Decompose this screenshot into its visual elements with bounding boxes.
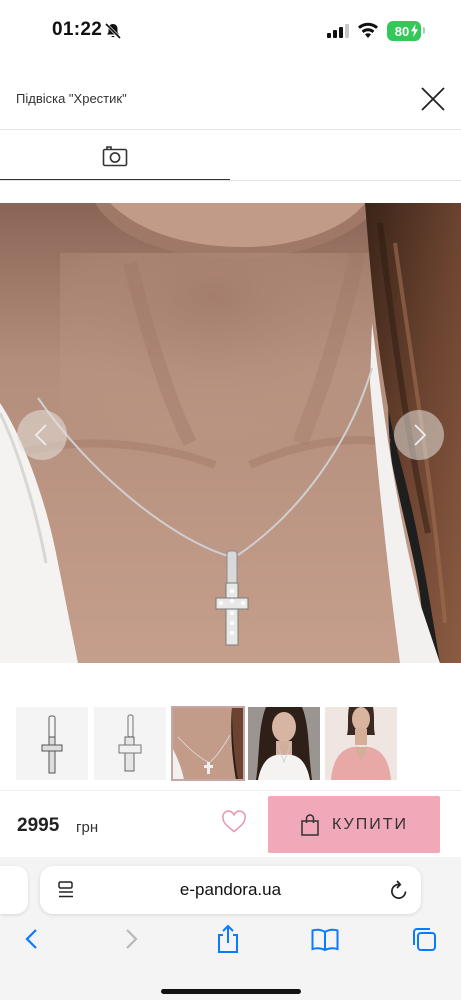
address-bar[interactable]: e-pandora.ua: [40, 866, 421, 914]
price-currency: грн: [76, 819, 99, 836]
home-indicator: [161, 989, 301, 994]
buy-button-label: КУПИТИ: [332, 815, 408, 833]
model-wearing-cross-pendant-image: [0, 203, 461, 663]
thumbnail-pendant-worn-closeup[interactable]: [171, 706, 245, 781]
product-price: 2995: [17, 815, 60, 836]
previous-tab-preview[interactable]: [0, 866, 28, 914]
thumbnail-pendant-side[interactable]: [94, 707, 166, 780]
status-time: 01:22: [52, 19, 103, 40]
forward-icon[interactable]: [116, 923, 146, 955]
tab-divider: [0, 180, 461, 181]
pendant-side-thumbnail-image: [94, 707, 166, 780]
battery-level: 80: [394, 23, 410, 39]
model-pink-top-thumbnail-image: [325, 707, 397, 780]
buy-button[interactable]: КУПИТИ: [268, 796, 440, 853]
bookmarks-icon[interactable]: [310, 923, 340, 955]
product-title: Підвіска "Хрестик": [16, 91, 127, 106]
gallery-next-button[interactable]: [394, 410, 444, 460]
browser-toolbar: e-pandora.ua: [0, 857, 461, 1000]
url-text: e-pandora.ua: [179, 880, 282, 899]
product-header: Підвіска "Хрестик": [0, 62, 461, 130]
battery-indicator: 80: [387, 21, 425, 41]
worn-closeup-thumbnail-image: [172, 707, 244, 780]
camera-icon: [102, 146, 128, 167]
heart-icon[interactable]: [221, 810, 247, 834]
close-icon[interactable]: [416, 82, 450, 116]
purchase-bar: 2995 грн КУПИТИ: [0, 790, 461, 857]
model-wearing-thumbnail-image: [248, 707, 320, 780]
reload-icon[interactable]: [389, 879, 409, 901]
media-tabs: [0, 131, 461, 181]
tabs-icon[interactable]: [409, 923, 439, 955]
signal-icon: [327, 24, 349, 38]
tab-photos[interactable]: [0, 131, 230, 181]
product-gallery[interactable]: [0, 203, 461, 663]
back-icon[interactable]: [17, 923, 47, 955]
share-icon[interactable]: [213, 923, 243, 955]
charging-bolt-icon: [411, 24, 418, 37]
thumbnail-model-pink-top[interactable]: [325, 707, 397, 780]
status-bar: 01:22 80: [0, 0, 461, 62]
thumbnail-pendant-product[interactable]: [16, 707, 88, 780]
gallery-prev-button[interactable]: [17, 410, 67, 460]
shopping-bag-icon: [301, 813, 319, 836]
chevron-right-icon: [414, 424, 427, 446]
chevron-left-icon: [34, 424, 47, 446]
bell-slash-icon: [104, 22, 122, 40]
pendant-thumbnail-image: [16, 707, 88, 780]
thumbnail-model-wearing[interactable]: [248, 707, 320, 780]
wifi-icon: [358, 22, 378, 38]
